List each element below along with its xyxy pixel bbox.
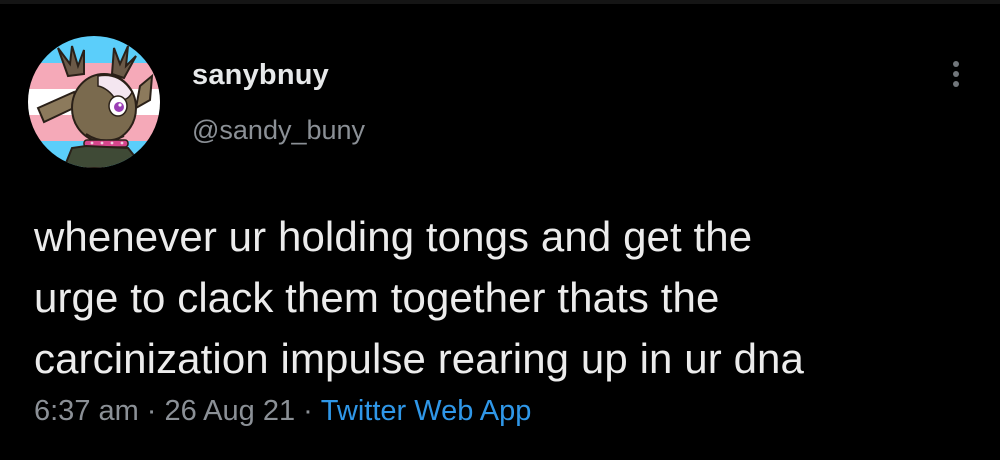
tweet-time[interactable]: 6:37 am: [34, 395, 139, 427]
tweet-text: whenever ur holding tongs and get the ur…: [34, 206, 984, 389]
more-options-button[interactable]: [936, 52, 976, 96]
tweet-card: sanybnuy @sandy_buny whenever ur holding…: [0, 0, 1000, 460]
tweet-metadata: 6:37 am · 26 Aug 21 · Twitter Web App: [34, 395, 531, 428]
meta-separator: ·: [303, 395, 313, 427]
avatar[interactable]: [28, 36, 160, 168]
tweet-text-line: whenever ur holding tongs and get the: [34, 213, 753, 260]
author-handle[interactable]: @sandy_buny: [192, 115, 365, 146]
more-dot-icon: [953, 71, 959, 77]
more-dot-icon: [953, 81, 959, 87]
character-avatar-icon: [28, 36, 160, 168]
meta-separator: ·: [146, 395, 157, 427]
tweet-text-line: carcinization impulse rearing up in ur d…: [34, 335, 804, 382]
tweet-text-line: urge to clack them together thats the: [34, 274, 720, 321]
tweet-source-link[interactable]: Twitter Web App: [321, 395, 532, 427]
more-dot-icon: [953, 61, 959, 67]
tweet-date[interactable]: 26 Aug 21: [164, 395, 295, 427]
author-display-name[interactable]: sanybnuy: [192, 59, 329, 92]
top-divider: [0, 0, 1000, 4]
